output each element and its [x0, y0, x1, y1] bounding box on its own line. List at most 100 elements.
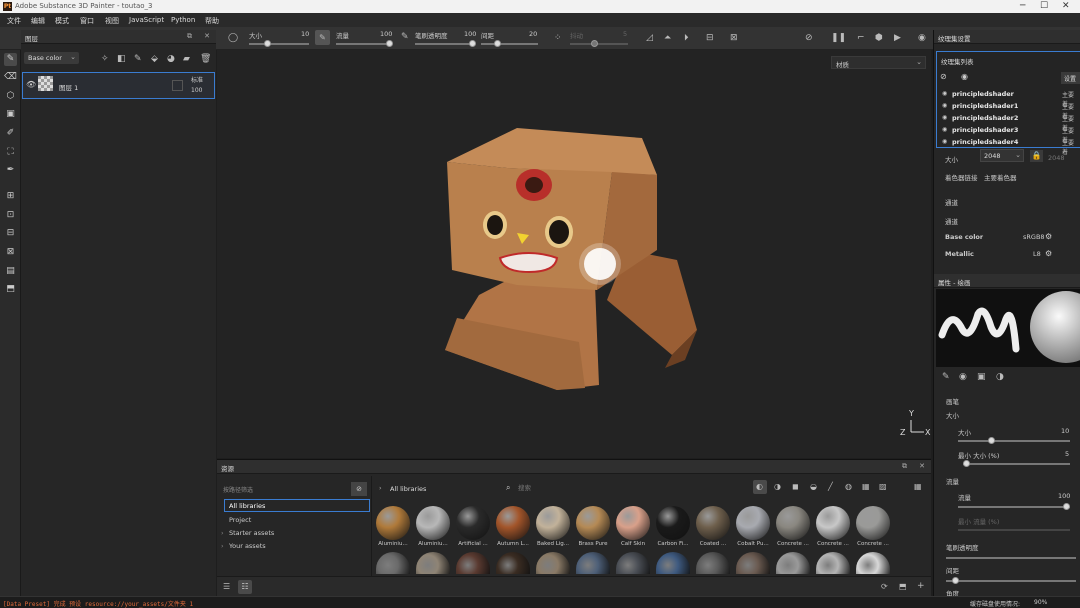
flow-value[interactable]: 100 [1058, 492, 1070, 500]
toolbar-jitter-knob[interactable] [591, 40, 598, 47]
material-thumbnail[interactable] [776, 506, 810, 540]
min-flow-slider[interactable] [958, 529, 1070, 531]
toolbar-spacing-knob[interactable] [494, 40, 501, 47]
geometry-mask-icon[interactable]: ▣ [4, 108, 17, 121]
close-panel-icon[interactable]: ✕ [204, 32, 210, 40]
texture-set-icon[interactable]: ⬒ [4, 283, 17, 296]
toolbar-flow-slider[interactable] [336, 43, 392, 45]
menu-python[interactable]: Python [171, 16, 195, 24]
display-settings-icon[interactable]: ⊡ [4, 209, 17, 222]
add-fill-layer-icon[interactable]: ⬙ [151, 54, 158, 64]
layer-row[interactable]: 👁 图层 1 标准 100 [22, 72, 215, 99]
shader-icon[interactable]: ▤ [4, 265, 17, 278]
texture-size-select[interactable]: 2048 ⌄ [980, 149, 1024, 162]
toolbar-size-slider[interactable] [249, 43, 309, 45]
shader-link-value[interactable]: 主要着色器 [984, 172, 1017, 182]
assets-search-input[interactable] [518, 481, 738, 494]
opacity-pen-icon[interactable]: ✎ [401, 32, 409, 42]
projection-icon[interactable]: ⬡ [4, 90, 17, 103]
visibility-eye-icon[interactable]: 👁 [26, 80, 36, 89]
hide-filter-icon[interactable]: ⊘ [351, 482, 367, 496]
uv-icon[interactable]: ⊠ [730, 33, 738, 43]
material-thumbnail[interactable] [376, 506, 410, 540]
channel-select[interactable]: Base color ⌄ [24, 52, 79, 64]
list-view-icon[interactable]: ☰ [223, 582, 230, 591]
chevron-right-icon[interactable]: › [221, 542, 224, 550]
minimize-icon[interactable]: ─ [1020, 1, 1025, 11]
flow-knob[interactable] [1063, 503, 1070, 510]
visibility-eye-icon[interactable]: ◉ [942, 102, 947, 109]
layer-mask-slot[interactable] [172, 80, 183, 91]
import-icon[interactable]: ⬒ [899, 582, 907, 591]
brush-tab-icon[interactable]: ✎ [942, 372, 950, 382]
screenshot-icon[interactable]: ◉ [918, 33, 926, 43]
toolbar-spacing-value[interactable]: 20 [529, 30, 537, 38]
log-icon[interactable]: ⊠ [4, 246, 17, 259]
filter-alphas-icon[interactable]: ▦ [862, 482, 870, 491]
pen-pressure-icon[interactable]: ✎ [315, 30, 330, 45]
material-thumbnail[interactable] [456, 506, 490, 540]
color-picker-icon[interactable]: ✒ [4, 164, 17, 177]
video-icon[interactable]: ▶ [894, 33, 901, 43]
hide-view-icon[interactable]: ⊘ [805, 33, 813, 43]
symmetry-icon[interactable]: ◿ [646, 33, 653, 43]
texture-set-row[interactable]: ◉ principledshader 主要着 [940, 89, 1078, 108]
maximize-icon[interactable]: ☐ [1040, 1, 1048, 11]
close-panel-icon[interactable]: ✕ [919, 462, 925, 470]
flow-slider[interactable] [958, 506, 1070, 508]
add-smart-material-icon[interactable]: ◕ [167, 54, 175, 64]
toolbar-jitter-slider[interactable] [570, 43, 628, 45]
smudge-icon[interactable]: ✐ [4, 127, 17, 140]
visibility-eye-icon[interactable]: ◉ [961, 72, 968, 81]
texture-settings-button[interactable]: 设置 [1061, 72, 1080, 84]
visibility-eye-icon[interactable]: ⊘ [940, 72, 947, 81]
tree-item-starter-assets[interactable]: Starter assets [229, 529, 274, 537]
toolbar-flow-knob[interactable] [386, 40, 393, 47]
brush-size-slider[interactable] [958, 440, 1070, 442]
menu-javascript[interactable]: JavaScript [129, 16, 164, 24]
toolbar-jitter-value[interactable]: 5 [623, 30, 627, 38]
material-thumbnail[interactable] [536, 552, 570, 574]
visibility-eye-icon[interactable]: ◉ [942, 126, 947, 133]
brush-size-value[interactable]: 10 [1061, 427, 1069, 435]
filter-masks-icon[interactable]: ◼ [792, 482, 799, 491]
library-breadcrumb[interactable]: All libraries [390, 485, 426, 493]
menu-window[interactable]: 窗口 [80, 16, 94, 26]
mirror-axis-icon[interactable]: ⏵ [684, 33, 689, 43]
toolbar-spacing-slider[interactable] [481, 43, 538, 45]
layer-name[interactable]: 图层 1 [59, 82, 78, 92]
min-size-value[interactable]: 5 [1065, 450, 1069, 458]
alpha-tab-icon[interactable]: ◉ [959, 372, 967, 382]
material-thumbnail[interactable] [576, 506, 610, 540]
toolbar-opacity-knob[interactable] [469, 40, 476, 47]
layer-opacity[interactable]: 100 [191, 87, 202, 94]
filter-textures-icon[interactable]: ▨ [879, 482, 887, 491]
spacing-knob[interactable] [952, 577, 959, 584]
material-thumbnail[interactable] [696, 552, 730, 574]
chevron-right-icon[interactable]: › [221, 529, 224, 537]
visibility-eye-icon[interactable]: ◉ [942, 90, 947, 97]
material-thumbnail[interactable] [856, 552, 890, 574]
render-mode-icon[interactable]: ⬢ [875, 33, 883, 43]
camera-mode-icon[interactable]: ⌐ [857, 33, 865, 43]
align-icon[interactable]: ⊟ [706, 33, 714, 43]
material-thumbnail[interactable] [696, 506, 730, 540]
brush-size-knob[interactable] [988, 437, 995, 444]
filter-brushes-icon[interactable]: ╱ [828, 482, 833, 491]
menu-file[interactable]: 文件 [7, 16, 21, 26]
material-thumbnail[interactable] [416, 552, 450, 574]
material-thumbnail[interactable] [656, 552, 690, 574]
close-window-icon[interactable]: ✕ [1062, 1, 1070, 11]
material-thumbnail[interactable] [496, 552, 530, 574]
menu-edit[interactable]: 编辑 [31, 16, 45, 26]
material-thumbnail[interactable] [456, 552, 490, 574]
channel-base-color-format[interactable]: sRGB8 [1023, 233, 1045, 241]
eraser-icon[interactable]: ⌫ [4, 71, 17, 84]
path-filter-field[interactable]: 按路径筛选 ⊘ [221, 482, 367, 496]
detail-view-icon[interactable]: ☷ [238, 580, 252, 594]
channel-options-icon[interactable]: ⚙ [1045, 232, 1052, 241]
texture-set-row[interactable]: ◉ principledshader2 主要着 [940, 113, 1078, 132]
material-thumbnail[interactable] [576, 552, 610, 574]
chevron-right-icon[interactable]: › [379, 484, 382, 492]
material-thumbnail[interactable] [656, 506, 690, 540]
